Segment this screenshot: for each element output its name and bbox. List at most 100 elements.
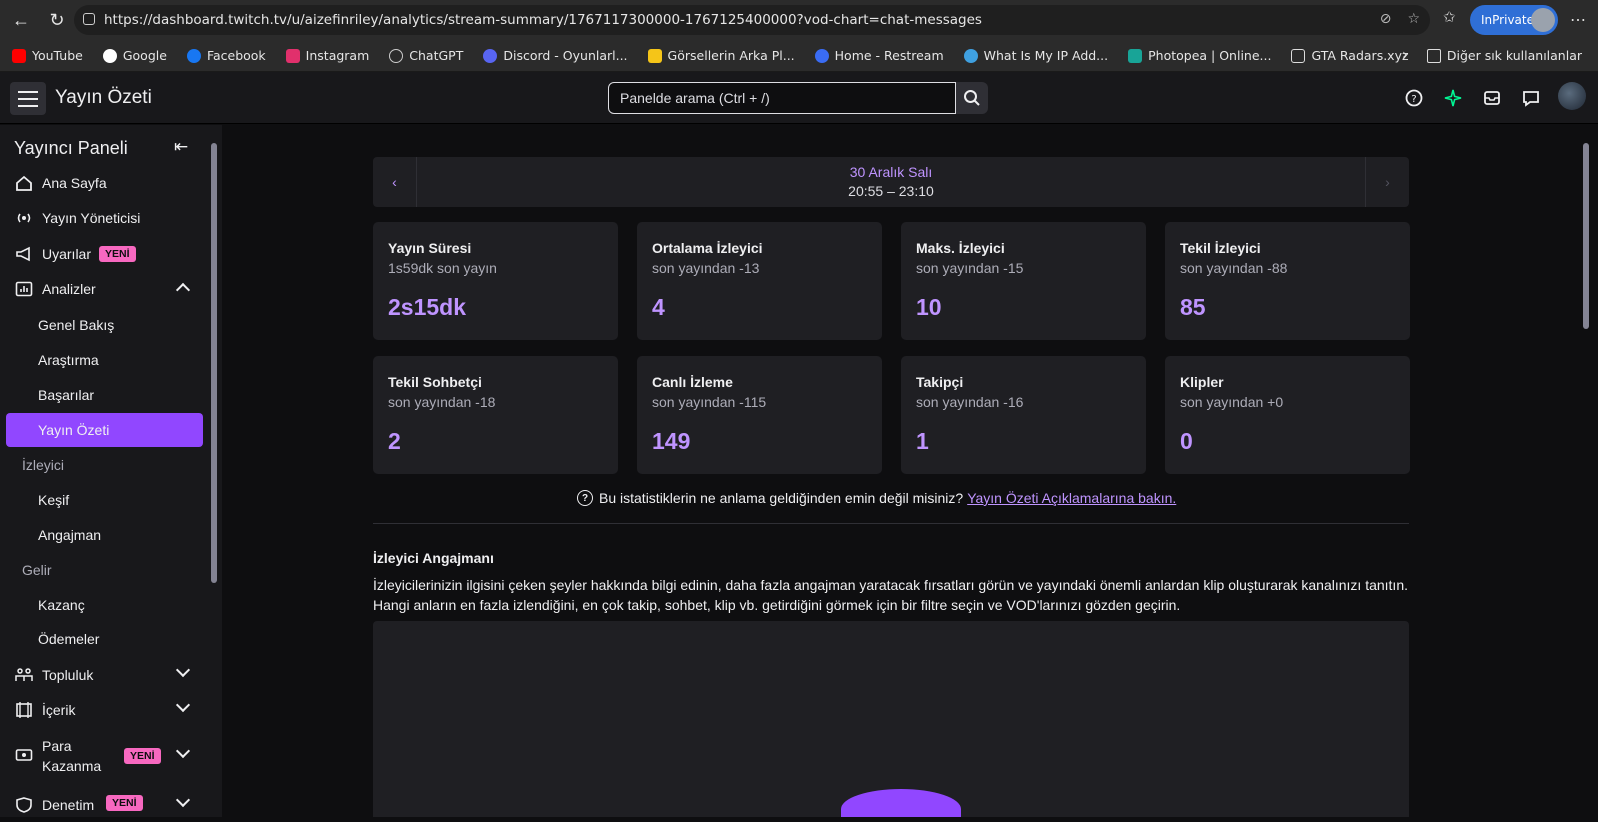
stat-card-unique-chatters: Tekil Sohbetçi son yayından -18 2	[373, 356, 618, 474]
stat-subtitle: son yayından -88	[1180, 260, 1288, 276]
stat-subtitle: son yayından -13	[652, 260, 760, 276]
stat-value: 1	[916, 428, 929, 454]
restream-icon	[814, 48, 829, 63]
favorites-icon[interactable]: ✩	[1443, 8, 1456, 26]
sidebar-title: Yayıncı Paneli	[14, 138, 128, 158]
other-bookmarks[interactable]: Diğer sık kullanılanlar	[1426, 48, 1582, 63]
help-link[interactable]: Yayın Özeti Açıklamalarına bakın.	[967, 490, 1176, 506]
more-options-icon[interactable]: ⋯	[1570, 10, 1586, 30]
sidebar-item-earnings[interactable]: Kazanç	[0, 588, 210, 622]
site-info-icon[interactable]	[83, 13, 95, 25]
stat-card-max-viewers: Maks. İzleyici son yayından -15 10	[901, 222, 1146, 340]
chevron-down-icon	[175, 743, 191, 759]
chevron-right-icon: ›	[1385, 174, 1390, 190]
main-scrollbar-thumb[interactable]	[1583, 143, 1589, 329]
stat-value: 0	[1180, 428, 1193, 454]
facebook-icon	[186, 48, 201, 63]
bookmark-gta-radars[interactable]: GTA Radars.xyz	[1291, 48, 1409, 63]
collapse-sidebar-icon[interactable]: ⇤	[174, 137, 188, 157]
sidebar-section-revenue: Gelir	[22, 562, 52, 578]
new-badge: YENİ	[124, 748, 161, 764]
inbox-icon[interactable]	[1482, 88, 1502, 108]
search-icon	[964, 90, 980, 106]
chevron-down-icon	[175, 662, 191, 678]
sidebar-item-discovery[interactable]: Keşif	[0, 483, 210, 517]
bookmark-facebook[interactable]: Facebook	[186, 48, 266, 63]
sidebar-item-research[interactable]: Araştırma	[0, 343, 210, 377]
stats-help-line: ? Bu istatistiklerin ne anlama geldiğind…	[577, 490, 1176, 506]
help-icon[interactable]: ?	[1404, 88, 1424, 108]
bookmarks-overflow-icon[interactable]: ›	[1402, 47, 1408, 63]
tracking-prevention-icon[interactable]: ⊘	[1380, 11, 1392, 27]
main-scrollbar[interactable]	[1582, 139, 1590, 815]
stat-value: 4	[652, 294, 665, 320]
stat-card-unique-viewers: Tekil İzleyici son yayından -88 85	[1165, 222, 1410, 340]
page-title: Yayın Özeti	[55, 87, 152, 108]
shield-icon	[16, 797, 32, 813]
google-icon	[102, 48, 117, 63]
divider	[373, 523, 1409, 524]
home-icon	[16, 175, 32, 191]
bookmark-whatismyip[interactable]: What Is My IP Add...	[963, 48, 1108, 63]
next-stream-button[interactable]: ›	[1365, 157, 1409, 207]
menu-icon[interactable]	[10, 82, 46, 115]
app-header: Yayın Özeti Panelde arama (Ctrl + /) ?	[0, 72, 1598, 124]
youtube-icon	[12, 48, 26, 63]
sidebar-item-achievements[interactable]: Başarılar	[0, 378, 210, 412]
sidebar-item-payouts[interactable]: Ödemeler	[0, 622, 210, 656]
refresh-icon[interactable]: ↻	[42, 5, 72, 35]
sidebar-scrollbar[interactable]	[210, 129, 218, 817]
sidebar-item-alerts[interactable]: Uyarılar YENİ	[0, 237, 210, 271]
sidebar-item-monetization[interactable]: Para Kazanma YENİ	[0, 728, 210, 784]
remove-bg-icon	[647, 48, 662, 63]
folder-icon	[1426, 48, 1441, 63]
megaphone-icon	[16, 246, 30, 262]
help-text: Bu istatistiklerin ne anlama geldiğinden…	[599, 490, 964, 506]
bookmark-remove-bg[interactable]: Görsellerin Arka Pl...	[647, 48, 795, 63]
bookmark-youtube[interactable]: YouTube	[12, 48, 83, 63]
back-icon[interactable]: ←	[6, 5, 36, 35]
photopea-icon	[1128, 48, 1143, 63]
stat-subtitle: son yayından +0	[1180, 394, 1284, 410]
user-avatar[interactable]	[1558, 82, 1586, 110]
bookmarks-bar: YouTube Google Facebook Instagram ChatGP…	[0, 40, 1598, 72]
stat-value: 2	[388, 428, 401, 454]
whispers-icon[interactable]	[1521, 88, 1541, 108]
sidebar-item-overview[interactable]: Genel Bakış	[0, 308, 210, 342]
inprivate-button[interactable]: InPrivate	[1470, 5, 1558, 35]
search-input[interactable]: Panelde arama (Ctrl + /)	[608, 82, 956, 114]
bookmark-google[interactable]: Google	[102, 48, 167, 63]
sidebar-item-stream-summary[interactable]: Yayın Özeti	[6, 413, 203, 447]
question-icon: ?	[577, 490, 593, 506]
sidebar-item-engagement[interactable]: Angajman	[0, 518, 210, 552]
stat-value: 10	[916, 294, 942, 320]
stat-title: Tekil Sohbetçi	[388, 374, 482, 390]
bookmark-instagram[interactable]: Instagram	[285, 48, 369, 63]
address-bar[interactable]: https://dashboard.twitch.tv/u/aizefinril…	[74, 5, 1430, 35]
stat-card-avg-viewers: Ortalama İzleyici son yayından -13 4	[637, 222, 882, 340]
sidebar-item-content[interactable]: İçerik	[0, 693, 210, 727]
stream-time-range: 20:55 – 23:10	[848, 183, 934, 199]
globe-icon	[963, 48, 978, 63]
content-icon	[16, 702, 32, 718]
bookmark-photopea[interactable]: Photopea | Online...	[1128, 48, 1271, 63]
sidebar-item-analytics[interactable]: Analizler	[0, 272, 210, 306]
chevron-down-icon	[175, 792, 191, 808]
sidebar-item-home[interactable]: Ana Sayfa	[0, 166, 210, 200]
sidebar-item-community[interactable]: Topluluk	[0, 658, 210, 692]
engagement-title: İzleyici Angajmanı	[373, 550, 494, 566]
sparkle-icon[interactable]	[1443, 88, 1463, 108]
favorite-star-icon[interactable]: ☆	[1407, 11, 1420, 27]
search-button[interactable]	[956, 82, 988, 114]
sidebar-section-viewer: İzleyici	[22, 457, 65, 473]
bookmark-discord[interactable]: Discord - Oyunlarl...	[483, 48, 628, 63]
stat-value: 85	[1180, 294, 1206, 320]
sidebar-item-stream-manager[interactable]: Yayın Yöneticisi	[0, 201, 210, 235]
bookmark-chatgpt[interactable]: ChatGPT	[389, 48, 463, 63]
engagement-description: İzleyicilerinizin ilgisini çeken şeyler …	[373, 577, 1408, 613]
bookmark-restream[interactable]: Home - Restream	[814, 48, 944, 63]
money-icon	[15, 749, 33, 761]
stat-card-live-views: Canlı İzleme son yayından -115 149	[637, 356, 882, 474]
new-badge: YENİ	[99, 246, 136, 262]
sidebar-scrollbar-thumb[interactable]	[211, 143, 217, 583]
